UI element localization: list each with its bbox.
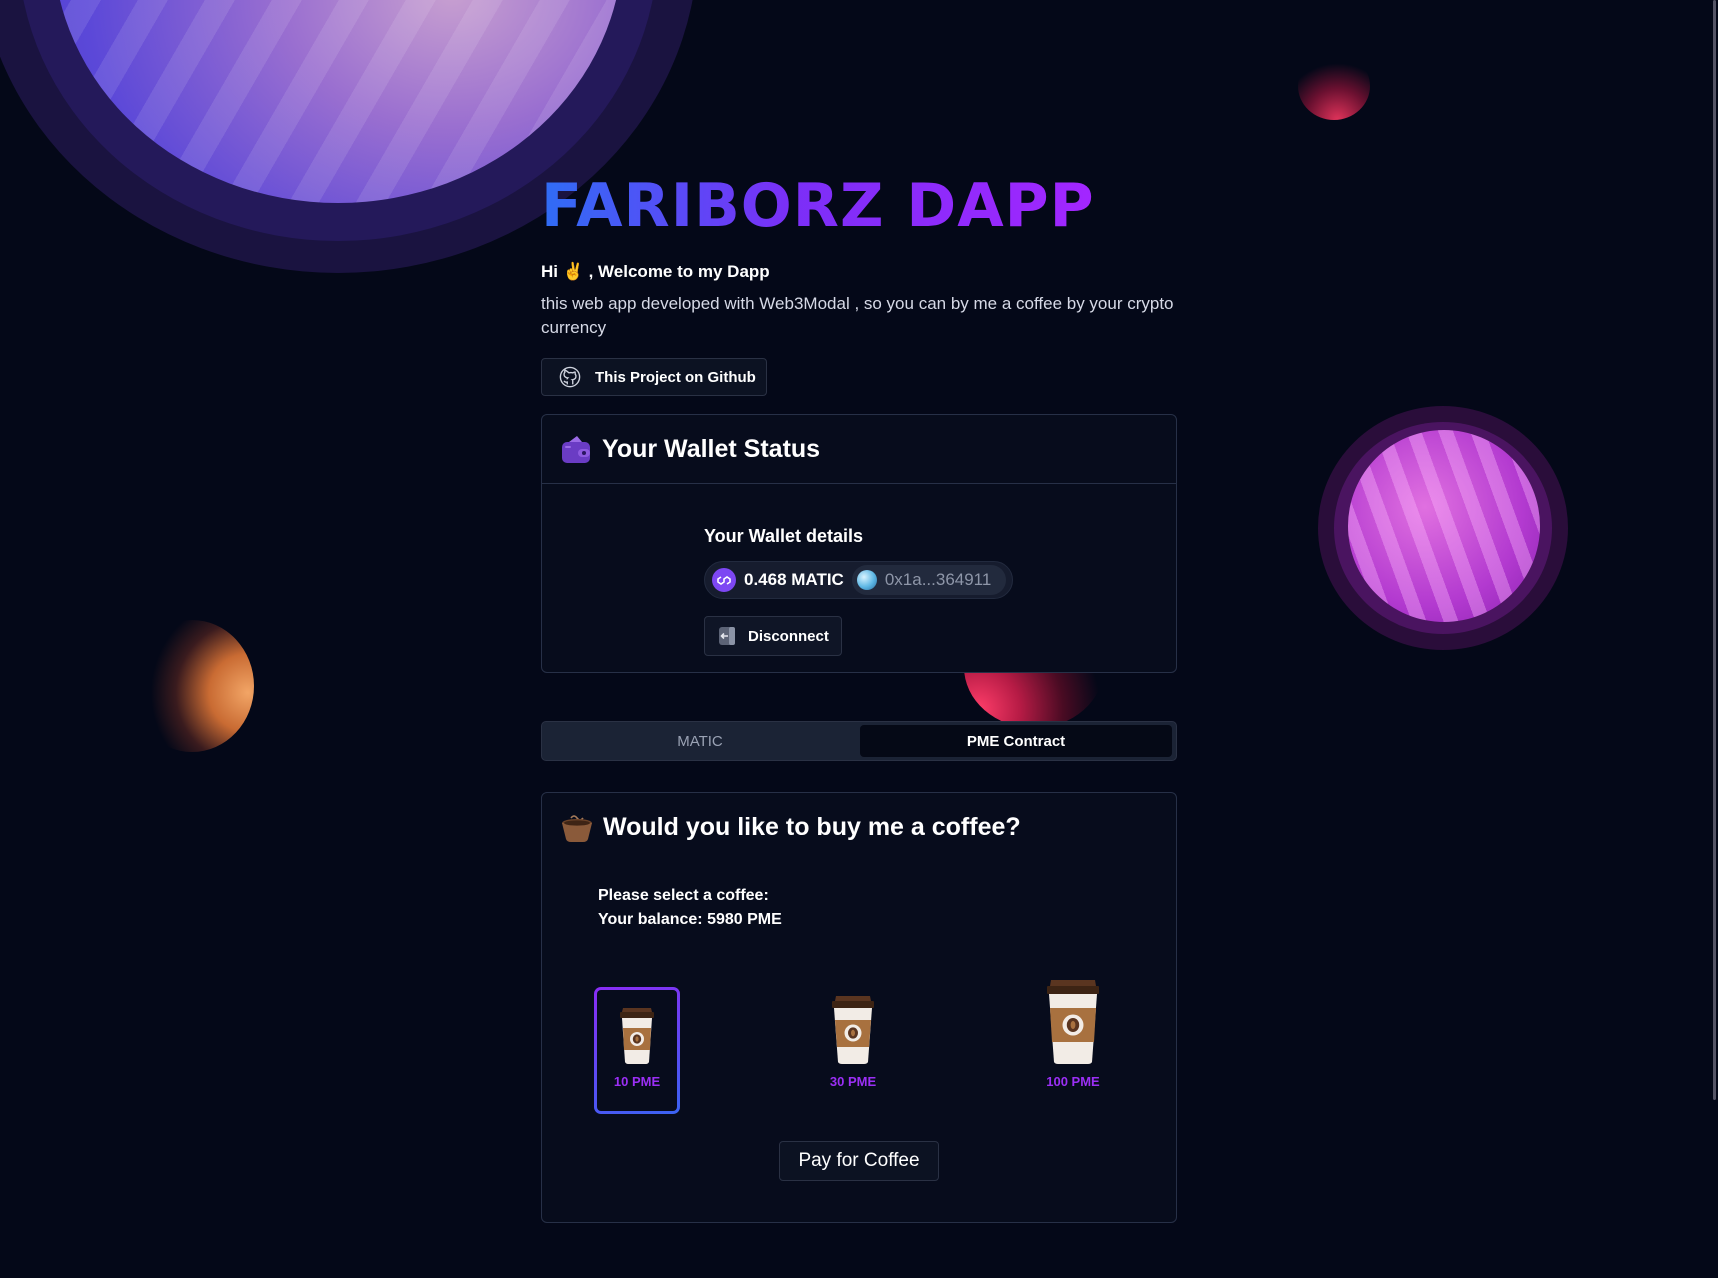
github-button[interactable]: This Project on Github — [541, 358, 767, 396]
coffee-option-30-label: 30 PME — [829, 1074, 877, 1089]
orange-moon-decoration — [130, 620, 254, 752]
coffee-option-10[interactable]: 10 PME — [594, 987, 680, 1114]
github-icon — [559, 366, 581, 388]
coffee-card-header: Would you like to buy me a coffee? — [560, 811, 1021, 843]
wallet-address-box[interactable]: 0x1a...364911 — [851, 565, 1007, 595]
tab-matic[interactable]: MATIC — [545, 725, 855, 757]
wallet-details-title: Your Wallet details — [704, 526, 864, 546]
disconnect-button[interactable]: Disconnect — [704, 616, 842, 656]
small-coffee-cup-icon — [620, 1008, 654, 1064]
coffee-select-prompt: Please select a coffee: — [598, 887, 769, 904]
tab-pme-contract[interactable]: PME Contract — [860, 725, 1172, 757]
wallet-card-header: Your Wallet Status — [542, 415, 1176, 484]
polygon-matic-icon — [712, 568, 736, 592]
coffee-option-100[interactable]: 100 PME — [1030, 978, 1116, 1089]
coffee-option-30[interactable]: 30 PME — [814, 994, 892, 1089]
wallet-account-pill[interactable]: 0.468 MATIC 0x1a...364911 — [704, 561, 1013, 599]
disconnect-icon — [719, 627, 735, 645]
wallet-address: 0x1a...364911 — [884, 570, 992, 589]
coffee-heading: Would you like to buy me a coffee? — [603, 812, 1021, 841]
coffee-select-info: Please select a coffee: Your balance: 59… — [598, 884, 782, 932]
app-description: this web app developed with Web3Modal , … — [541, 294, 1174, 337]
token-tabs: MATIC PME Contract — [541, 721, 1177, 761]
disconnect-label: Disconnect — [748, 627, 829, 645]
wallet-balance: 0.468 MATIC — [744, 570, 844, 589]
wallet-status-heading: Your Wallet Status — [602, 434, 821, 463]
coffee-option-10-label: 10 PME — [613, 1074, 661, 1089]
page-scrollbar[interactable] — [1713, 0, 1716, 1100]
red-moon-decoration — [1298, 52, 1370, 120]
pay-for-coffee-button[interactable]: Pay for Coffee — [779, 1141, 939, 1181]
page-title: FARIBORZ DAPP — [541, 171, 1095, 241]
wallet-icon — [562, 436, 590, 463]
pme-balance: Your balance: 5980 PME — [598, 911, 782, 928]
account-avatar-icon — [856, 570, 877, 590]
coffee-option-100-label: 100 PME — [1046, 1074, 1100, 1089]
coffee-cup-icon — [562, 815, 592, 842]
welcome-greeting: Hi ✌️ , Welcome to my Dapp — [541, 262, 770, 281]
pink-planet-decoration — [1318, 406, 1568, 650]
medium-coffee-cup-icon — [832, 996, 874, 1064]
github-button-label: This Project on Github — [595, 368, 756, 386]
large-coffee-cup-icon — [1047, 980, 1099, 1064]
